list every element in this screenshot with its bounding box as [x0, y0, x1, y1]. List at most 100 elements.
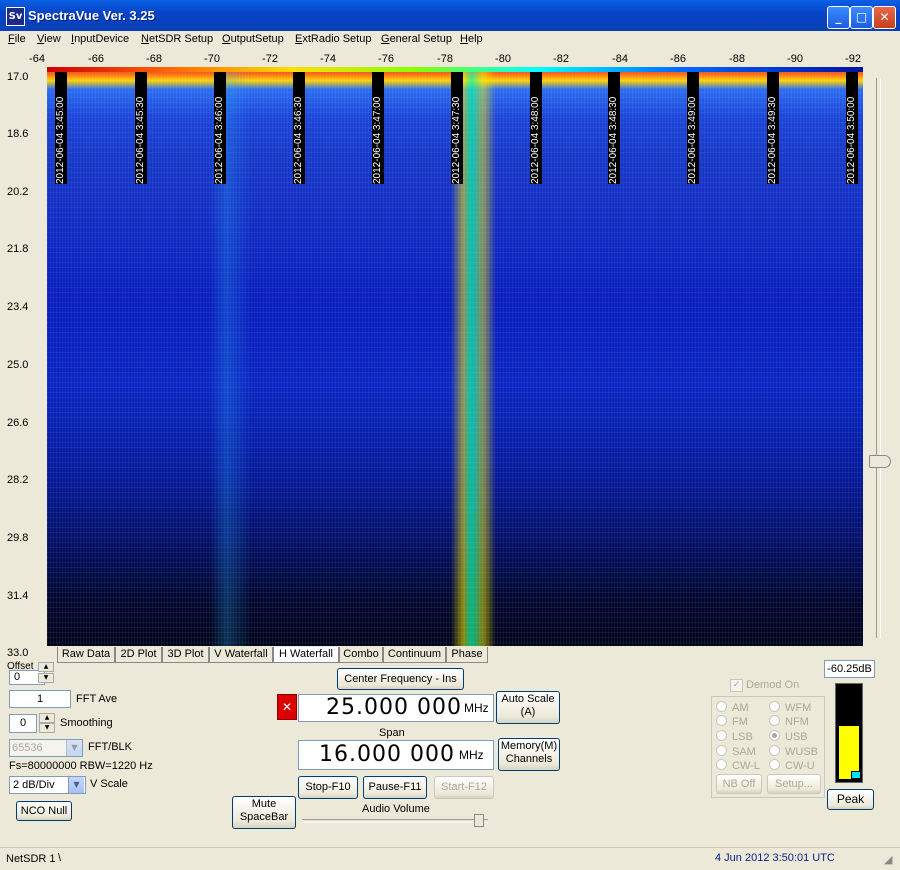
- smoothing-label: Smoothing: [60, 717, 113, 729]
- offset-down-icon[interactable]: ▼: [38, 673, 54, 683]
- radio-cw-l[interactable]: CW-L: [716, 759, 760, 772]
- radio-lsb-icon: [716, 730, 727, 741]
- radio-sam-icon: [716, 745, 727, 756]
- tab-v-waterfall[interactable]: V Waterfall: [209, 647, 273, 663]
- menu-file[interactable]: File: [8, 33, 26, 45]
- menu-bar: File View InputDevice NetSDR Setup Outpu…: [0, 31, 900, 49]
- menu-help[interactable]: Help: [460, 33, 483, 45]
- radio-cw-u[interactable]: CW-U: [769, 759, 815, 772]
- tab-3d-plot[interactable]: 3D Plot: [162, 647, 209, 663]
- radio-nfm[interactable]: NFM: [769, 715, 809, 728]
- radio-lsb[interactable]: LSB: [716, 730, 753, 743]
- offset-up-icon[interactable]: ▲: [38, 662, 54, 672]
- radio-am[interactable]: AM: [716, 701, 749, 714]
- fft-blk-label: FFT/BLK: [88, 741, 133, 753]
- radio-cw-l-label: CW-L: [732, 760, 760, 772]
- start-button[interactable]: Start-F12: [434, 776, 494, 799]
- timestamp-label: 2012-06-04 3:47:00: [372, 72, 384, 184]
- radio-wfm-icon: [769, 701, 780, 712]
- smoothing-up-icon[interactable]: ▲: [39, 713, 55, 723]
- menu-outputsetup[interactable]: OutputSetup: [222, 33, 284, 45]
- channels-label: Channels: [505, 753, 553, 765]
- timestamp-label: 2012-06-04 3:48:30: [608, 72, 620, 184]
- vscale-dropdown-icon[interactable]: ▼: [68, 777, 84, 793]
- x-tick: -64: [29, 53, 45, 65]
- fft-ave-field[interactable]: 1: [9, 690, 71, 708]
- tab-h-waterfall[interactable]: H Waterfall: [273, 647, 339, 663]
- nco-null-button[interactable]: NCO Null: [16, 801, 72, 821]
- menu-extradio-setup[interactable]: ExtRadio Setup: [295, 33, 371, 45]
- peak-button[interactable]: Peak: [827, 789, 874, 810]
- resize-grip-icon[interactable]: ◢: [884, 853, 892, 866]
- tab-combo[interactable]: Combo: [339, 647, 383, 663]
- radio-wusb[interactable]: WUSB: [769, 745, 818, 758]
- demod-on-label: Demod On: [746, 679, 800, 691]
- demod-setup-button[interactable]: Setup...: [767, 774, 821, 794]
- memory-channels-button[interactable]: Memory(M) Channels: [498, 738, 560, 771]
- radio-wfm[interactable]: WFM: [769, 701, 811, 714]
- audio-volume-thumb[interactable]: [474, 814, 484, 827]
- radio-usb-label: USB: [785, 731, 808, 743]
- close-icon[interactable]: ✕: [873, 6, 896, 29]
- menu-inputdevice[interactable]: InputDevice: [71, 33, 129, 45]
- waterfall-display[interactable]: 2012-06-04 3:45:00 2012-06-04 3:45:30 20…: [47, 72, 863, 646]
- mute-button-shortcut: SpaceBar: [239, 811, 289, 823]
- center-frequency-button[interactable]: Center Frequency - Ins: [337, 668, 464, 690]
- auto-scale-button[interactable]: Auto Scale (A): [496, 691, 560, 724]
- stop-button[interactable]: Stop-F10: [298, 776, 358, 799]
- pause-button[interactable]: Pause-F11: [363, 776, 427, 799]
- radio-sam[interactable]: SAM: [716, 745, 756, 758]
- minimize-icon[interactable]: _: [827, 6, 850, 29]
- radio-nfm-label: NFM: [785, 716, 809, 728]
- fft-blk-dropdown-icon[interactable]: ▼: [66, 740, 82, 756]
- x-tick: -80: [495, 53, 511, 65]
- radio-usb[interactable]: USB: [769, 730, 808, 743]
- tab-phase[interactable]: Phase: [446, 647, 488, 663]
- timestamp-label: 2012-06-04 3:45:00: [55, 72, 67, 184]
- x-tick: -66: [88, 53, 104, 65]
- menu-view[interactable]: View: [37, 33, 61, 45]
- y-tick: 28.2: [7, 474, 29, 486]
- smoothing-field[interactable]: 0: [9, 714, 37, 733]
- span-value: 16.000 000: [319, 742, 455, 767]
- radio-sam-label: SAM: [732, 746, 756, 758]
- y-tick: 17.0: [7, 71, 29, 83]
- tab-2d-plot[interactable]: 2D Plot: [115, 647, 162, 663]
- demod-on-checkbox[interactable]: ✓: [730, 679, 743, 692]
- tab-raw-data[interactable]: Raw Data: [57, 647, 115, 663]
- x-tick: -90: [787, 53, 803, 65]
- maximize-icon[interactable]: □: [850, 6, 873, 29]
- mute-button[interactable]: Mute SpaceBar: [232, 796, 296, 829]
- status-activity-icon: \: [58, 852, 62, 864]
- menu-netsdr-setup[interactable]: NetSDR Setup: [141, 33, 213, 45]
- radio-wusb-icon: [769, 745, 780, 756]
- x-tick: -82: [553, 53, 569, 65]
- y-tick: 29.8: [7, 532, 29, 544]
- center-freq-clear-icon[interactable]: ✕: [277, 694, 297, 720]
- fs-rbw-info: Fs=80000000 RBW=1220 Hz: [9, 760, 153, 772]
- x-tick: -84: [612, 53, 628, 65]
- level-slider-thumb[interactable]: [869, 455, 891, 468]
- timestamp-label: 2012-06-04 3:50:00: [846, 72, 858, 184]
- radio-wusb-label: WUSB: [785, 746, 818, 758]
- x-tick: -78: [437, 53, 453, 65]
- y-tick: 33.0: [7, 647, 29, 659]
- center-frequency-unit: MHz: [464, 701, 489, 715]
- x-tick: -72: [262, 53, 278, 65]
- audio-volume-track[interactable]: [302, 819, 488, 823]
- tab-continuum[interactable]: Continuum: [383, 647, 446, 663]
- nb-off-button[interactable]: NB Off: [716, 774, 762, 794]
- app-icon[interactable]: Sv: [6, 7, 25, 26]
- radio-fm-label: FM: [732, 716, 748, 728]
- radio-fm[interactable]: FM: [716, 715, 748, 728]
- x-tick: -74: [320, 53, 336, 65]
- menu-general-setup[interactable]: General Setup: [381, 33, 452, 45]
- smoothing-down-icon[interactable]: ▼: [39, 723, 55, 733]
- radio-fm-icon: [716, 715, 727, 726]
- x-tick: -68: [146, 53, 162, 65]
- y-tick: 31.4: [7, 590, 29, 602]
- level-slider-track[interactable]: [876, 78, 881, 638]
- y-tick: 20.2: [7, 186, 29, 198]
- timestamp-label: 2012-06-04 3:46:30: [293, 72, 305, 184]
- status-bar: NetSDR 1 \ 4 Jun 2012 3:50:01 UTC ◢: [0, 847, 900, 870]
